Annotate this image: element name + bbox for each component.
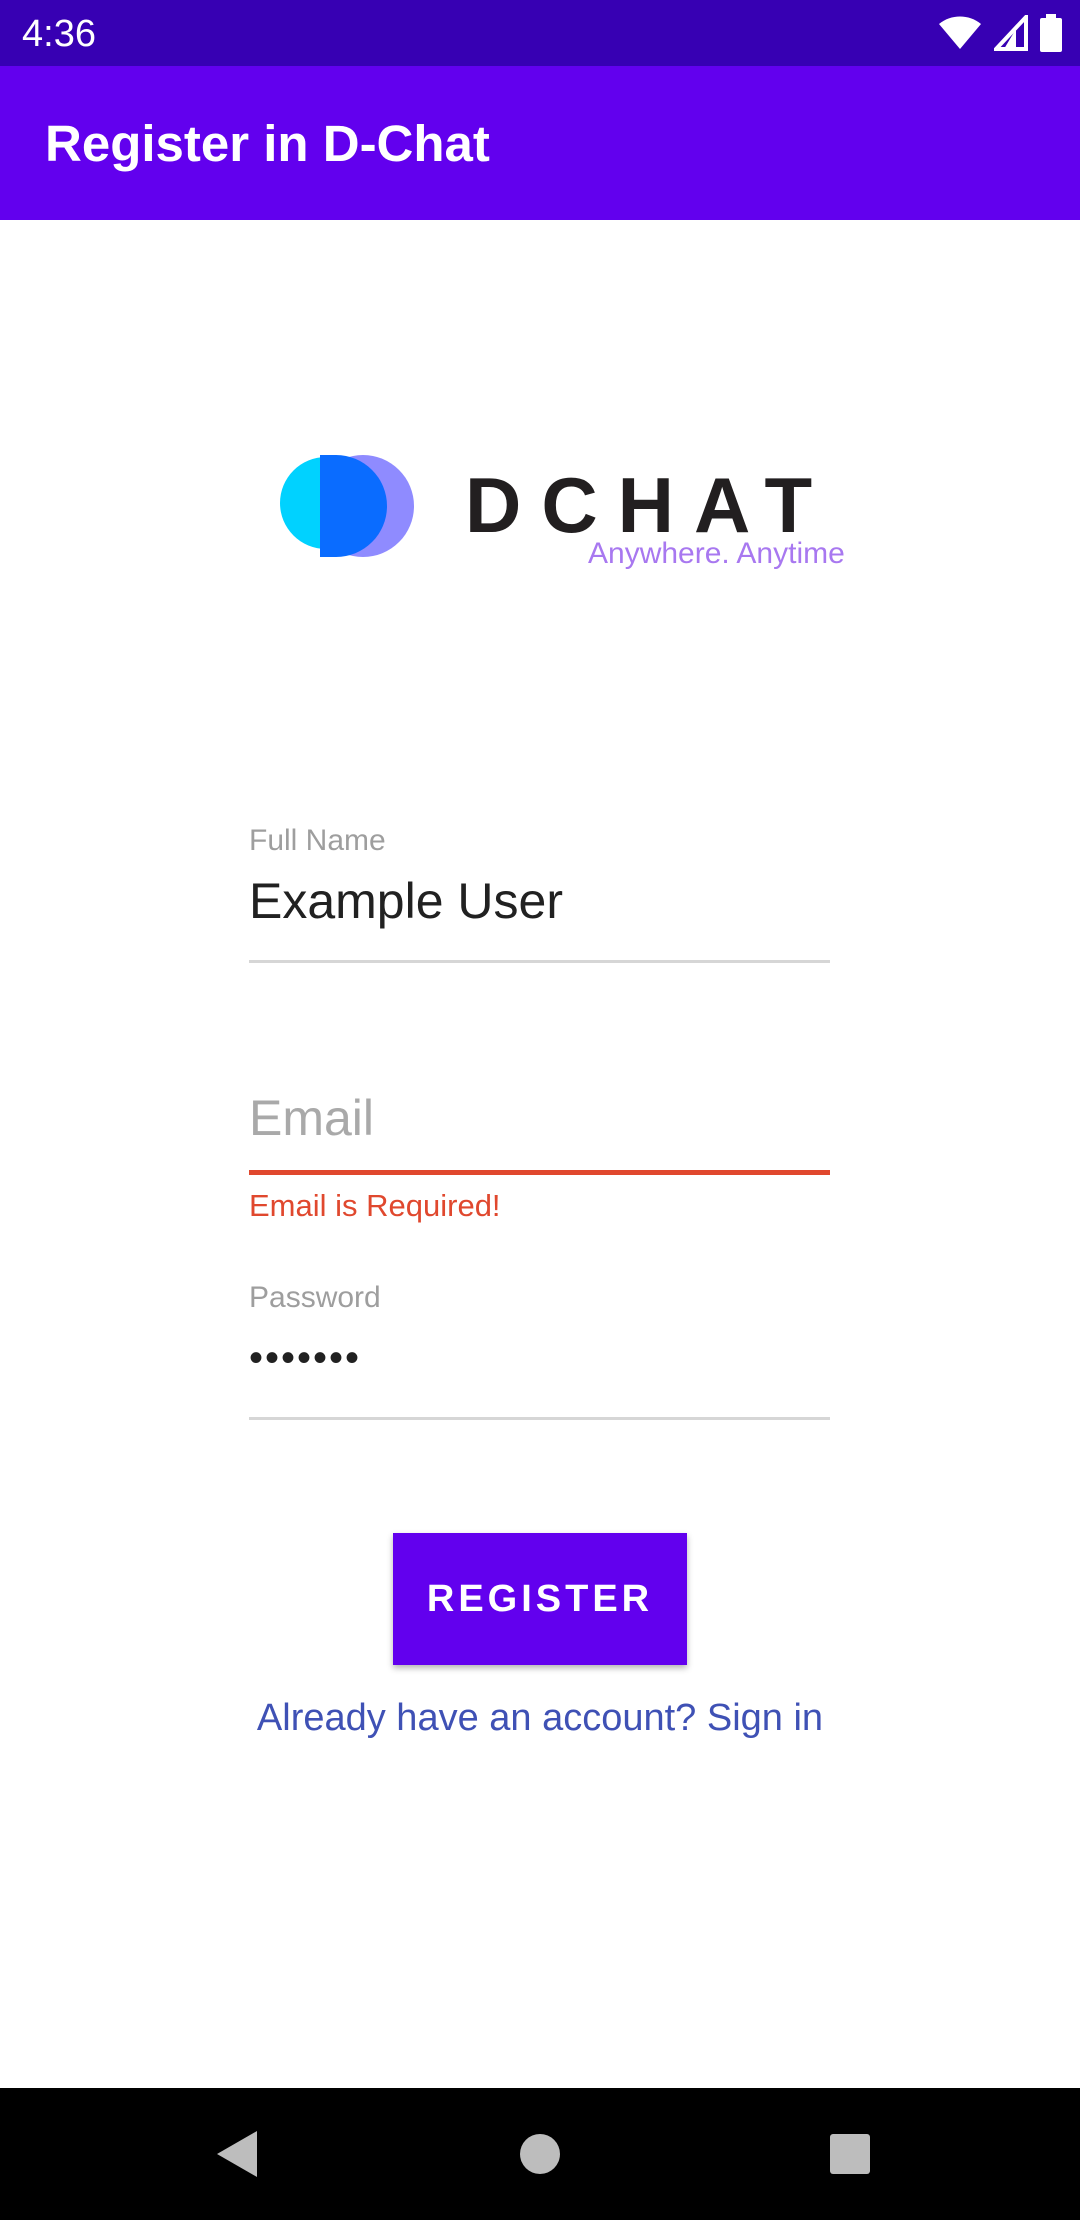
password-input[interactable]: ••••••• — [249, 1334, 361, 1382]
password-label: Password — [249, 1281, 381, 1314]
logo-tagline: Anywhere. Anytime — [588, 537, 845, 570]
register-button[interactable]: REGISTER — [393, 1533, 687, 1665]
full-name-label: Full Name — [249, 824, 386, 857]
status-icons — [938, 14, 1062, 52]
full-name-underline — [249, 960, 830, 963]
full-name-input[interactable]: Example User — [249, 871, 563, 931]
app-title: Register in D-Chat — [45, 115, 490, 172]
home-icon[interactable] — [504, 2118, 576, 2190]
back-icon[interactable] — [201, 2118, 273, 2190]
email-input[interactable]: Email — [249, 1088, 374, 1148]
password-field[interactable]: Password ••••••• — [249, 1272, 830, 1422]
register-screen: 4:36 Register in D-Chat DCHAT Anywhere. … — [0, 0, 1080, 2220]
system-navigation-bar — [0, 2088, 1080, 2220]
recents-icon[interactable] — [814, 2118, 886, 2190]
signal-icon — [994, 15, 1028, 51]
email-error-message: Email is Required! — [249, 1188, 501, 1223]
password-underline — [249, 1417, 830, 1420]
app-bar: Register in D-Chat — [0, 66, 1080, 220]
battery-icon — [1040, 14, 1062, 52]
sign-in-link[interactable]: Already have an account? Sign in — [0, 1695, 1080, 1741]
dchat-logo: DCHAT Anywhere. Anytime — [270, 440, 860, 590]
status-time: 4:36 — [22, 13, 96, 55]
email-field[interactable]: Email Email is Required! — [249, 1060, 830, 1230]
email-underline-error — [249, 1170, 830, 1175]
full-name-field[interactable]: Full Name Example User — [249, 815, 830, 965]
chat-bubble-logo-icon — [280, 455, 414, 557]
wifi-icon — [938, 15, 982, 51]
status-bar: 4:36 — [0, 0, 1080, 66]
